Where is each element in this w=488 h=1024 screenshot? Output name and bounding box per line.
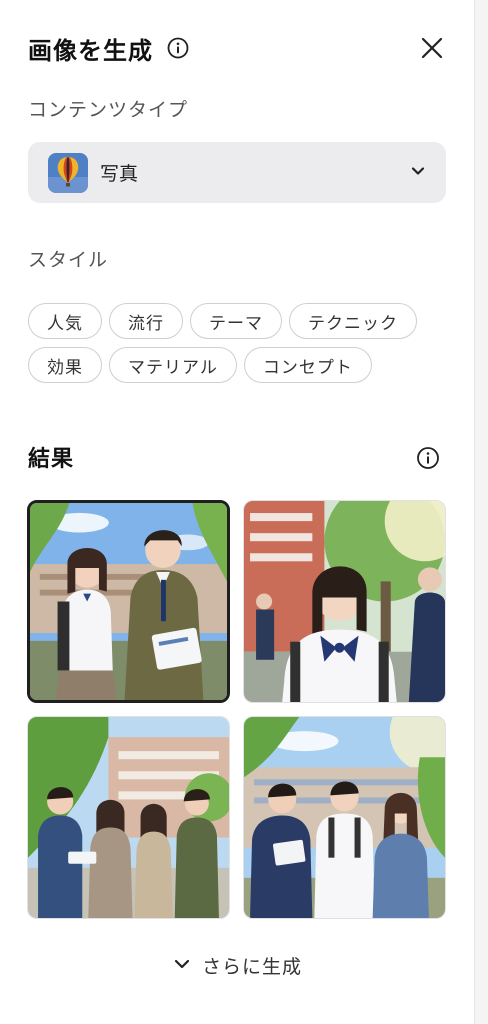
image-generation-panel: 画像を生成 コンテンツタイプ 写真 スタイル 人気 流行 テーマ テクニック 効… bbox=[0, 0, 474, 1024]
panel-header: 画像を生成 bbox=[28, 28, 448, 68]
content-type-value: 写真 bbox=[100, 163, 139, 185]
style-chips: 人気 流行 テーマ テクニック 効果 マテリアル コンセプト bbox=[28, 303, 448, 383]
chevron-down-icon bbox=[172, 954, 192, 978]
chip-concept[interactable]: コンセプト bbox=[243, 347, 372, 383]
chevron-down-icon bbox=[408, 161, 428, 185]
results-grid bbox=[27, 500, 447, 920]
chip-technique[interactable]: テクニック bbox=[289, 303, 417, 339]
panel-title: 画像を生成 bbox=[28, 36, 153, 65]
result-image-2[interactable] bbox=[243, 500, 446, 703]
content-type-select[interactable]: 写真 bbox=[28, 142, 446, 203]
chip-effect[interactable]: 効果 bbox=[28, 347, 102, 383]
close-button[interactable] bbox=[416, 32, 448, 64]
hot-air-balloon-thumbnail bbox=[48, 152, 88, 193]
result-image-3[interactable] bbox=[27, 716, 230, 919]
results-title: 結果 bbox=[28, 447, 75, 472]
generate-more-label: さらに生成 bbox=[201, 956, 302, 978]
info-icon[interactable] bbox=[167, 37, 189, 59]
result-image-4[interactable] bbox=[243, 716, 446, 919]
result-image-1[interactable] bbox=[27, 500, 230, 703]
scroll-rail bbox=[474, 0, 488, 1024]
chip-material[interactable]: マテリアル bbox=[109, 347, 237, 383]
chip-trend[interactable]: 流行 bbox=[109, 303, 183, 339]
info-icon[interactable] bbox=[416, 446, 440, 470]
chip-theme[interactable]: テーマ bbox=[190, 303, 282, 339]
generate-more-button[interactable]: さらに生成 bbox=[0, 952, 474, 979]
content-type-label: コンテンツタイプ bbox=[28, 99, 189, 121]
close-icon bbox=[421, 37, 443, 59]
chip-popular[interactable]: 人気 bbox=[28, 303, 102, 339]
style-label: スタイル bbox=[28, 249, 109, 271]
